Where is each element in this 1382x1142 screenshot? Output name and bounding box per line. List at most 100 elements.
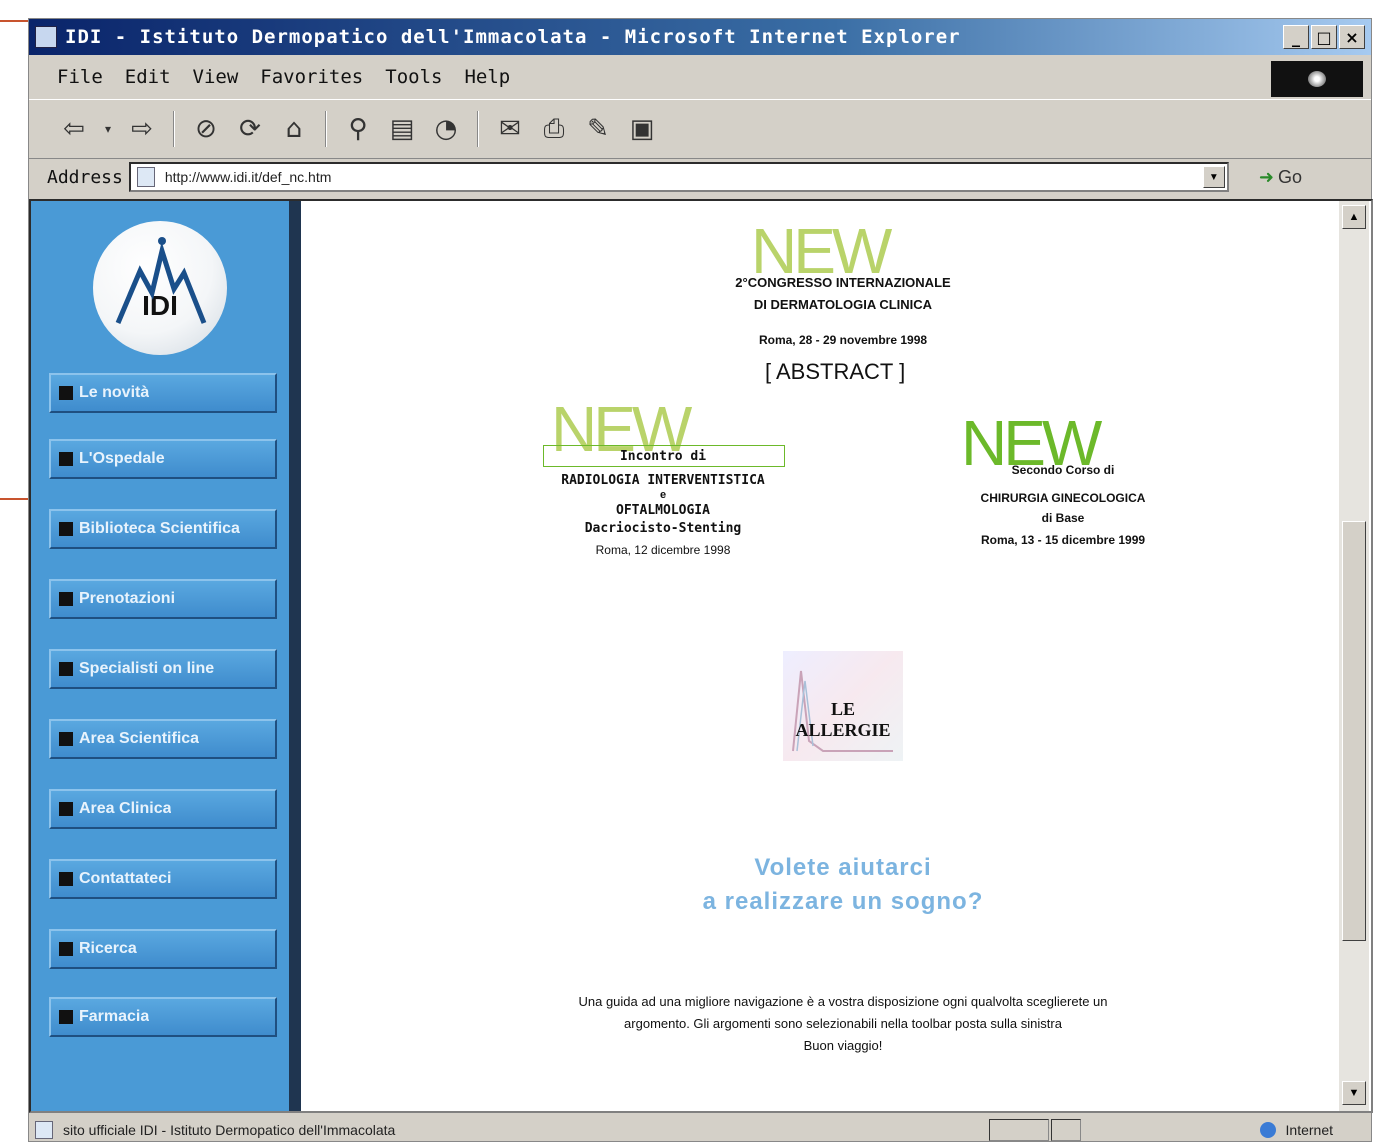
abstract-link[interactable]: [ ABSTRACT ]: [765, 359, 905, 385]
window-title: IDI - Istituto Dermopatico dell'Immacola…: [65, 26, 961, 48]
dream-line1: Volete aiutarci: [754, 854, 932, 881]
status-text: sito ufficiale IDI - Istituto Dermopatic…: [63, 1122, 396, 1138]
nav-label: Le novità: [79, 384, 150, 401]
close-button[interactable]: ×: [1339, 25, 1365, 49]
surgery-line2[interactable]: CHIRURGIA GINECOLOGICA: [933, 491, 1193, 505]
windows-logo-icon: [1308, 71, 1326, 87]
print-icon[interactable]: ⎙: [537, 112, 571, 146]
nav-label: Biblioteca Scientifica: [79, 520, 240, 537]
mountain-logo-icon: [115, 237, 207, 324]
bullet-icon: [59, 802, 73, 816]
scroll-thumb[interactable]: [1342, 521, 1366, 941]
sidebar-item-biblioteca[interactable]: Biblioteca Scientifica: [49, 509, 277, 549]
congress-title-line1[interactable]: 2°CONGRESSO INTERNAZIONALE: [613, 275, 1073, 290]
scroll-up-button[interactable]: ▲: [1342, 205, 1366, 229]
home-icon[interactable]: ⌂: [277, 112, 311, 146]
new-badge: NEW: [751, 215, 892, 287]
surgery-date: Roma, 13 - 15 dicembre 1999: [980, 533, 1146, 547]
page-status-icon: [35, 1121, 53, 1139]
refresh-icon[interactable]: ⟳: [233, 112, 267, 146]
page-icon: [136, 167, 155, 187]
sidebar-item-novita[interactable]: Le novità: [49, 373, 277, 413]
sidebar-item-area-clinica[interactable]: Area Clinica: [49, 789, 277, 829]
menu-edit[interactable]: Edit: [125, 66, 171, 88]
back-icon[interactable]: ⇦: [57, 112, 91, 146]
help-line1: Una guida ad una migliore navigazione è …: [578, 994, 1108, 1009]
sidebar-item-ospedale[interactable]: L'Ospedale: [49, 439, 277, 479]
status-panel: [1051, 1119, 1081, 1141]
globe-icon: [1259, 1122, 1276, 1138]
help-line3: Buon viaggio!: [803, 1038, 883, 1053]
surgery-line3[interactable]: di Base: [933, 511, 1193, 525]
address-label: Address: [47, 166, 123, 188]
radiology-line3: e: [659, 489, 667, 501]
edit-icon[interactable]: ✎: [581, 112, 615, 146]
bullet-icon: [59, 386, 73, 400]
help-line2: argomento. Gli argomenti sono selezionab…: [624, 1016, 1062, 1031]
go-button[interactable]: ➜ Go: [1259, 167, 1302, 188]
sidebar-item-contattateci[interactable]: Contattateci: [49, 859, 277, 899]
sidebar-item-farmacia[interactable]: Farmacia: [49, 997, 277, 1037]
favorites-icon[interactable]: ▤: [385, 112, 419, 146]
allergy-banner[interactable]: LE ALLERGIE: [783, 651, 903, 761]
toolbar-separator: [477, 111, 479, 147]
maximize-button[interactable]: □: [1311, 25, 1337, 49]
menu-favorites[interactable]: Favorites: [260, 66, 363, 88]
bullet-icon: [59, 662, 73, 676]
nav-label: Ricerca: [79, 940, 137, 957]
search-icon[interactable]: ⚲: [341, 112, 375, 146]
radiology-line1[interactable]: Incontro di: [513, 449, 813, 464]
toolbar-separator: [173, 111, 175, 147]
donation-link[interactable]: Volete aiutarci a realizzare un sogno?: [673, 851, 1013, 919]
radiology-line2[interactable]: RADIOLOGIA INTERVENTISTICA: [513, 473, 813, 488]
sidebar-item-specialisti[interactable]: Specialisti on line: [49, 649, 277, 689]
menu-bar: File Edit View Favorites Tools Help: [29, 59, 1371, 95]
status-panel: [989, 1119, 1049, 1141]
menu-help[interactable]: Help: [464, 66, 510, 88]
security-zone: Internet: [1259, 1117, 1333, 1142]
menu-tools[interactable]: Tools: [385, 66, 442, 88]
surgery-line1[interactable]: Secondo Corso di: [933, 463, 1193, 477]
page-viewport: IDI Le novità L'Ospedale Biblioteca Scie…: [29, 199, 1373, 1113]
sidebar-item-area-scientifica[interactable]: Area Scientifica: [49, 719, 277, 759]
idi-logo[interactable]: IDI: [93, 221, 227, 355]
nav-label: L'Ospedale: [79, 450, 165, 467]
radiology-line5[interactable]: Dacriocisto-Stenting: [513, 521, 813, 536]
dropdown-arrow-icon[interactable]: ▾: [101, 112, 115, 146]
address-input[interactable]: http://www.idi.it/def_nc.htm ▼: [128, 162, 1229, 192]
browser-window: IDI - Istituto Dermopatico dell'Immacola…: [28, 18, 1373, 1142]
nav-label: Contattateci: [79, 870, 172, 887]
title-bar[interactable]: IDI - Istituto Dermopatico dell'Immacola…: [29, 19, 1371, 55]
nav-label: Area Scientifica: [79, 730, 200, 747]
idi-sidebar: IDI Le novità L'Ospedale Biblioteca Scie…: [31, 201, 301, 1111]
scroll-down-button[interactable]: ▼: [1342, 1081, 1366, 1105]
nav-label: Prenotazioni: [79, 590, 176, 607]
ie-icon: [35, 26, 57, 48]
sidebar-item-prenotazioni[interactable]: Prenotazioni: [49, 579, 277, 619]
congress-title-line2[interactable]: DI DERMATOLOGIA CLINICA: [613, 297, 1073, 312]
bullet-icon: [59, 522, 73, 536]
main-content: NEW 2°CONGRESSO INTERNAZIONALE DI DERMAT…: [313, 201, 1335, 1111]
menu-view[interactable]: View: [193, 66, 239, 88]
forward-icon[interactable]: ⇨: [125, 112, 159, 146]
nav-label: Area Clinica: [79, 800, 172, 817]
stop-icon[interactable]: ⊘: [189, 112, 223, 146]
discuss-icon[interactable]: ▣: [625, 112, 659, 146]
bullet-icon: [59, 732, 73, 746]
address-bar: Address http://www.idi.it/def_nc.htm ▼ ➜…: [29, 157, 1371, 197]
bullet-icon: [59, 1010, 73, 1024]
standard-toolbar: ⇦ ▾ ⇨ ⊘ ⟳ ⌂ ⚲ ▤ ◔ ✉ ⎙ ✎ ▣: [29, 99, 1371, 159]
mail-icon[interactable]: ✉: [493, 112, 527, 146]
radiology-line4[interactable]: OFTALMOLOGIA: [513, 503, 813, 518]
go-arrow-icon: ➜: [1258, 166, 1274, 187]
go-label: Go: [1277, 166, 1302, 187]
bullet-icon: [59, 452, 73, 466]
vertical-scrollbar[interactable]: ▲ ▼: [1339, 201, 1369, 1111]
menu-file[interactable]: File: [57, 66, 103, 88]
address-dropdown-button[interactable]: ▼: [1202, 166, 1225, 188]
dream-line2: a realizzare un sogno?: [702, 888, 984, 915]
minimize-button[interactable]: _: [1283, 25, 1309, 49]
history-icon[interactable]: ◔: [429, 112, 463, 146]
sidebar-item-ricerca[interactable]: Ricerca: [49, 929, 277, 969]
address-url[interactable]: http://www.idi.it/def_nc.htm: [165, 169, 332, 185]
